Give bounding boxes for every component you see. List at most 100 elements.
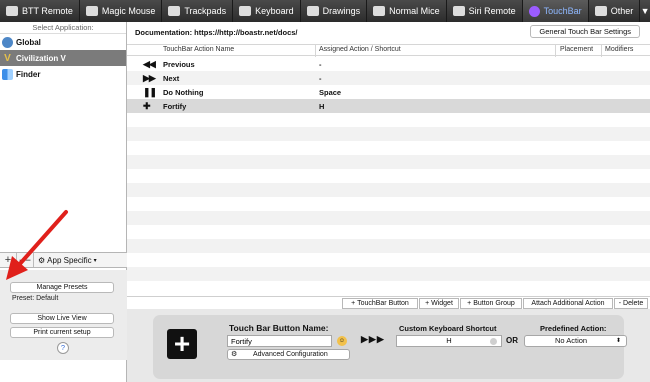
tab-label: Drawings bbox=[322, 6, 361, 16]
dots-icon bbox=[594, 6, 607, 16]
row-action-name: Previous bbox=[163, 60, 195, 69]
tab-trackpads[interactable]: Trackpads bbox=[162, 0, 234, 22]
empty-row bbox=[127, 197, 650, 211]
trackpad-icon bbox=[168, 6, 181, 16]
show-live-view-button[interactable]: Show Live View bbox=[10, 313, 114, 324]
preset-label: Preset: Default bbox=[12, 295, 59, 302]
empty-row bbox=[127, 267, 650, 281]
empty-row bbox=[127, 253, 650, 267]
empty-row bbox=[127, 141, 650, 155]
add-touchbar-button[interactable]: + TouchBar Button bbox=[342, 298, 418, 309]
advanced-configuration-label: Advanced Configuration bbox=[253, 351, 328, 358]
button-name-label: Touch Bar Button Name: bbox=[229, 323, 329, 333]
shortcut-value: H bbox=[446, 336, 452, 345]
empty-row bbox=[127, 211, 650, 225]
predefined-action-label: Predefined Action: bbox=[540, 324, 607, 333]
row-assigned-action: Space bbox=[319, 88, 342, 97]
empty-row bbox=[127, 225, 650, 239]
row-action-name: Next bbox=[163, 74, 180, 83]
column-header-placement[interactable]: Placement bbox=[560, 46, 593, 53]
tab-label: TouchBar bbox=[543, 6, 582, 16]
empty-row bbox=[127, 281, 650, 295]
tab-keyboard[interactable]: Keyboard bbox=[233, 0, 301, 22]
touchbar-icon bbox=[528, 5, 540, 17]
app-item-global[interactable]: Global bbox=[0, 34, 126, 50]
remote-icon bbox=[6, 6, 18, 16]
tab-label: Normal Mice bbox=[389, 6, 440, 16]
predefined-action-select[interactable]: No Action ⬍ bbox=[524, 335, 627, 347]
or-label: OR bbox=[506, 336, 518, 345]
tab-drawings[interactable]: Drawings bbox=[301, 0, 368, 22]
predefined-action-value: No Action bbox=[555, 336, 588, 345]
app-item-finder[interactable]: Finder bbox=[0, 66, 126, 82]
advanced-configuration-button[interactable]: ⚙ Advanced Configuration bbox=[227, 349, 350, 360]
app-item-label: Civilization V bbox=[16, 53, 66, 63]
tab-normal-mice[interactable]: Normal Mice bbox=[367, 0, 447, 22]
add-button-group-button[interactable]: + Button Group bbox=[460, 298, 522, 309]
gear-icon: ⚙ bbox=[231, 351, 238, 358]
siri-remote-icon bbox=[452, 6, 465, 16]
finder-icon bbox=[2, 68, 13, 80]
table-row[interactable]: ❚❚ Do Nothing Space bbox=[127, 85, 650, 99]
row-assigned-action: - bbox=[319, 60, 322, 69]
table-row[interactable]: ✚ Fortify H bbox=[127, 99, 650, 113]
top-toolbar: BTT Remote Magic Mouse Trackpads Keyboard Dr… bbox=[0, 0, 650, 22]
tab-label: BTT Remote bbox=[22, 6, 73, 16]
tab-touchbar[interactable]: TouchBar bbox=[522, 0, 589, 22]
table-row[interactable]: ▶▶ Next - bbox=[127, 71, 650, 85]
app-item-civilization[interactable]: V Civilization V bbox=[0, 50, 126, 66]
plus-icon: ✚ bbox=[143, 101, 151, 111]
drawing-icon bbox=[306, 6, 319, 16]
column-header-action-name[interactable]: TouchBar Action Name bbox=[163, 46, 234, 53]
empty-row bbox=[127, 127, 650, 141]
shortcut-label: Custom Keyboard Shortcut bbox=[399, 324, 497, 333]
tab-magic-mouse[interactable]: Magic Mouse bbox=[80, 0, 163, 22]
arrows-icon: ▶▶▶ bbox=[361, 334, 385, 344]
annotation-arrow-icon bbox=[6, 210, 68, 280]
add-widget-button[interactable]: + Widget bbox=[419, 298, 459, 309]
emoji-picker-icon[interactable]: ☺ bbox=[337, 336, 347, 346]
globe-icon bbox=[2, 36, 13, 48]
app-item-label: Global bbox=[16, 37, 41, 47]
mouse-icon bbox=[85, 6, 98, 16]
tab-btt-remote[interactable]: BTT Remote bbox=[0, 0, 80, 22]
fast-forward-icon: ▶▶ bbox=[143, 73, 156, 83]
tab-label: Magic Mouse bbox=[101, 6, 156, 16]
column-header-assigned[interactable]: Assigned Action / Shortcut bbox=[319, 46, 401, 53]
action-table: ◀◀ Previous - ▶▶ Next - ❚❚ Do Nothing Space ✚ Fort… bbox=[127, 57, 650, 295]
empty-row bbox=[127, 113, 650, 127]
button-config-panel: + Touch Bar Button Name: ☺ ⚙ Advanced Co… bbox=[153, 315, 627, 379]
keyboard-icon bbox=[239, 6, 252, 16]
main-panel: Documentation: https://http://boastr.net… bbox=[127, 22, 650, 382]
chevron-down-icon: ▾ bbox=[93, 257, 97, 264]
table-row[interactable]: ◀◀ Previous - bbox=[127, 57, 650, 71]
print-setup-button[interactable]: Print current setup bbox=[10, 327, 114, 338]
keyboard-shortcut-field[interactable]: H bbox=[396, 335, 502, 347]
help-button[interactable]: ? bbox=[57, 342, 69, 354]
clear-shortcut-icon[interactable] bbox=[490, 338, 497, 345]
delete-button[interactable]: - Delete bbox=[614, 298, 648, 309]
button-detail-area: + Touch Bar Button Name: ☺ ⚙ Advanced Co… bbox=[127, 309, 650, 382]
empty-row bbox=[127, 239, 650, 253]
app-item-label: Finder bbox=[16, 69, 41, 79]
toolbar-expand-button[interactable]: ▼ bbox=[640, 0, 650, 22]
pause-icon: ❚❚ bbox=[143, 87, 157, 97]
tab-label: Keyboard bbox=[255, 6, 294, 16]
tab-other[interactable]: Other bbox=[589, 0, 641, 22]
empty-row bbox=[127, 155, 650, 169]
tab-label: Siri Remote bbox=[468, 6, 516, 16]
column-header-modifiers[interactable]: Modifiers bbox=[605, 46, 633, 53]
button-name-input[interactable] bbox=[227, 335, 332, 347]
tab-siri-remote[interactable]: Siri Remote bbox=[447, 0, 523, 22]
tab-label: Trackpads bbox=[184, 6, 227, 16]
general-touchbar-settings-button[interactable]: General Touch Bar Settings bbox=[530, 25, 640, 38]
row-assigned-action: H bbox=[319, 102, 325, 111]
civilization-icon: V bbox=[4, 52, 11, 64]
button-icon-well[interactable]: + bbox=[167, 329, 197, 359]
tab-label: Other bbox=[610, 6, 634, 16]
mouse-icon bbox=[373, 6, 386, 16]
add-action-bar: + TouchBar Button + Widget + Button Grou… bbox=[127, 296, 650, 309]
row-assigned-action: - bbox=[319, 74, 322, 83]
attach-additional-action-button[interactable]: Attach Additional Action bbox=[523, 298, 613, 309]
row-action-name: Do Nothing bbox=[163, 88, 204, 97]
